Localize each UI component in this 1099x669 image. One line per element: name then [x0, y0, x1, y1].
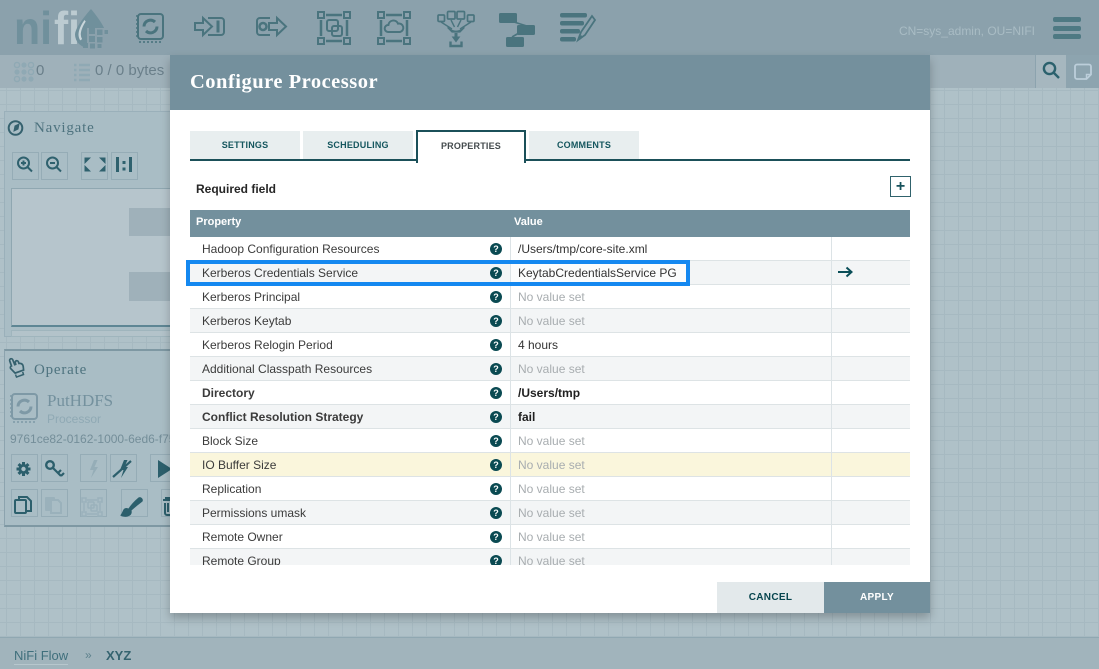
svg-text:ni: ni: [14, 7, 52, 49]
svg-text:fi: fi: [54, 7, 80, 49]
